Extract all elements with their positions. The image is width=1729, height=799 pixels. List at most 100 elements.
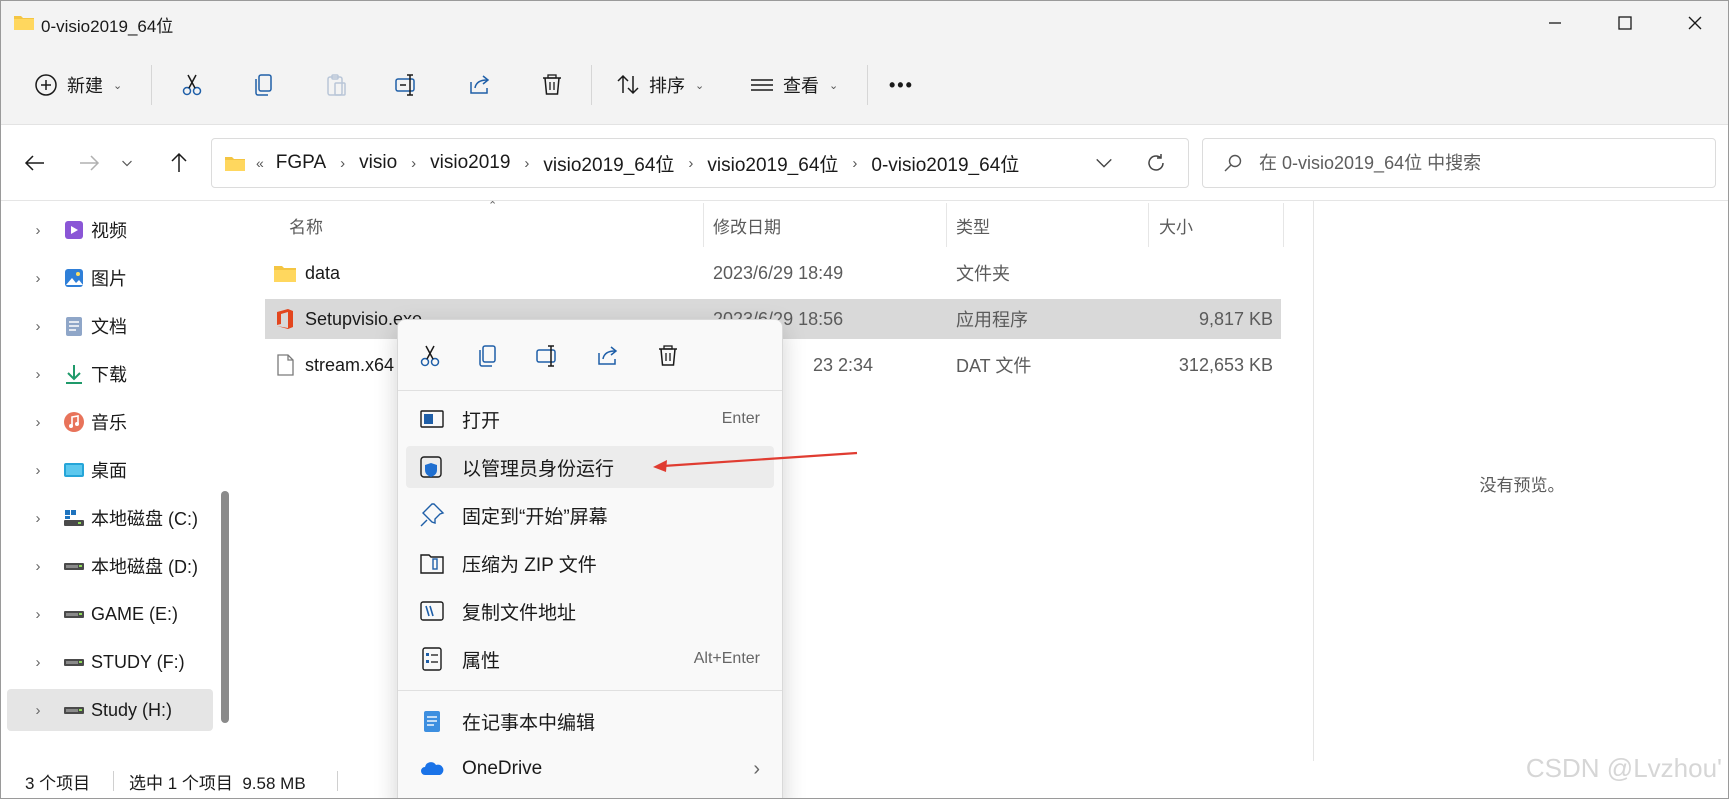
sidebar-scrollbar[interactable] [221,491,229,723]
sidebar-item-downloads[interactable]: › 下载 [7,353,213,395]
column-header-name[interactable]: 名称 [289,213,323,238]
column-divider[interactable] [1283,203,1284,247]
chevron-right-icon[interactable]: › [340,155,345,172]
menu-item-label: 复制文件地址 [462,602,577,624]
delete-button[interactable] [539,63,565,107]
breadcrumb-item[interactable]: visio [359,152,397,174]
sidebar-item-label: GAME (E:) [91,603,179,624]
sidebar-item-drive-c[interactable]: › 本地磁盘 (C:) [7,497,213,539]
command-bar: 新建 ⌄ 排序 ⌄ 查看 ⌄ ••• [1,45,1728,125]
search-icon [1224,154,1242,172]
sidebar-item-drive-f[interactable]: › STUDY (F:) [7,641,213,683]
chevron-right-icon[interactable]: › [23,270,53,287]
share-icon [598,346,618,365]
chevron-right-icon[interactable]: › [524,155,529,172]
refresh-button[interactable] [1138,139,1174,187]
column-divider[interactable] [1148,203,1149,247]
maximize-button[interactable] [1590,1,1660,45]
close-button[interactable] [1660,1,1728,45]
file-row[interactable]: data 2023/6/29 18:49 文件夹 [265,253,1281,293]
file-type: DAT 文件 [956,356,1032,376]
view-button[interactable]: 查看 ⌄ [749,63,838,107]
chevron-right-icon[interactable]: › [23,414,53,431]
address-history-button[interactable] [1086,139,1122,187]
share-button[interactable] [467,63,493,107]
address-bar[interactable]: « FGPA › visio › visio2019 › visio2019_6… [211,138,1189,188]
chevron-right-icon[interactable]: › [23,462,53,479]
title-bar: 0-visio2019_64位 [1,1,1728,45]
context-copy-button[interactable] [470,338,506,374]
status-divider [113,771,114,791]
forward-button[interactable] [71,143,107,183]
paste-button[interactable] [323,63,349,107]
chevron-right-icon[interactable]: › [23,558,53,575]
column-header-size[interactable]: 大小 [1159,213,1193,238]
sort-button[interactable]: 排序 ⌄ [615,63,704,107]
recent-locations-button[interactable] [115,143,139,183]
copy-button[interactable] [251,63,277,107]
search-box[interactable] [1202,138,1716,188]
menu-item-pin-to-start[interactable]: 固定到“开始”屏幕 [406,494,774,536]
new-button[interactable]: 新建 ⌄ [33,63,122,107]
sidebar-item-videos[interactable]: › 视频 [7,209,213,251]
context-share-button[interactable] [590,338,626,374]
sidebar-item-drive-e[interactable]: › GAME (E:) [7,593,213,635]
sidebar-item-label: 下载 [91,365,127,385]
office-setup-icon [277,309,293,329]
search-input[interactable] [1259,152,1699,174]
column-divider[interactable] [703,203,704,247]
sidebar-item-desktop[interactable]: › 桌面 [7,449,213,491]
breadcrumb-item[interactable]: visio2019 [430,152,510,174]
chevron-right-icon[interactable]: › [23,702,53,719]
menu-item-onedrive[interactable]: OneDrive › [406,748,774,790]
chevron-down-icon: ⌄ [113,79,123,92]
cut-button[interactable] [179,63,205,107]
sidebar-item-label: 文档 [91,317,127,337]
chevron-right-icon[interactable]: › [23,606,53,623]
toolbar-divider [591,65,592,105]
sidebar-item-documents[interactable]: › 文档 [7,305,213,347]
context-rename-button[interactable] [530,338,566,374]
annotation-arrow [653,451,858,472]
sidebar-item-drive-h[interactable]: › Study (H:) [7,689,213,731]
file-name: stream.x64 [305,354,395,375]
column-divider[interactable] [946,203,947,247]
chevron-right-icon[interactable]: › [23,318,53,335]
breadcrumb: « FGPA › visio › visio2019 › visio2019_6… [224,139,1019,187]
folder-icon [225,157,245,171]
documents-icon [63,315,85,337]
breadcrumb-item[interactable]: visio2019_64位 [543,150,674,177]
chevron-right-icon[interactable]: › [411,155,416,172]
menu-item-copy-path[interactable]: 复制文件地址 [406,590,774,632]
minimize-button[interactable] [1520,1,1590,45]
context-delete-button[interactable] [650,338,686,374]
file-type: 应用程序 [956,310,1028,330]
folder-icon [14,16,34,30]
chevron-right-icon[interactable]: › [688,155,693,172]
chevron-right-icon[interactable]: › [852,155,857,172]
chevron-right-icon[interactable]: › [23,366,53,383]
sidebar-item-pictures[interactable]: › 图片 [7,257,213,299]
more-options-button[interactable]: ••• [889,63,914,107]
breadcrumb-overflow[interactable]: « [256,155,264,171]
menu-item-edit-in-notepad[interactable]: 在记事本中编辑 [406,700,774,742]
menu-item-compress-zip[interactable]: 压缩为 ZIP 文件 [406,542,774,584]
breadcrumb-item-current[interactable]: 0-visio2019_64位 [871,150,1019,177]
breadcrumb-item[interactable]: visio2019_64位 [707,150,838,177]
sidebar-item-music[interactable]: › 音乐 [7,401,213,443]
chevron-right-icon[interactable]: › [23,222,53,239]
breadcrumb-item[interactable]: FGPA [276,152,326,174]
sidebar-item-drive-d[interactable]: › 本地磁盘 (D:) [7,545,213,587]
column-header-date[interactable]: 修改日期 [713,213,781,238]
menu-item-open[interactable]: 打开 Enter [406,398,774,440]
chevron-right-icon[interactable]: › [23,654,53,671]
menu-divider [398,390,782,391]
back-button[interactable] [17,143,53,183]
up-button[interactable] [161,143,197,183]
trash-icon [543,74,561,95]
column-header-type[interactable]: 类型 [956,213,990,238]
rename-button[interactable] [394,63,420,107]
chevron-right-icon[interactable]: › [23,510,53,527]
menu-item-properties[interactable]: 属性 Alt+Enter [406,638,774,680]
context-cut-button[interactable] [412,338,448,374]
